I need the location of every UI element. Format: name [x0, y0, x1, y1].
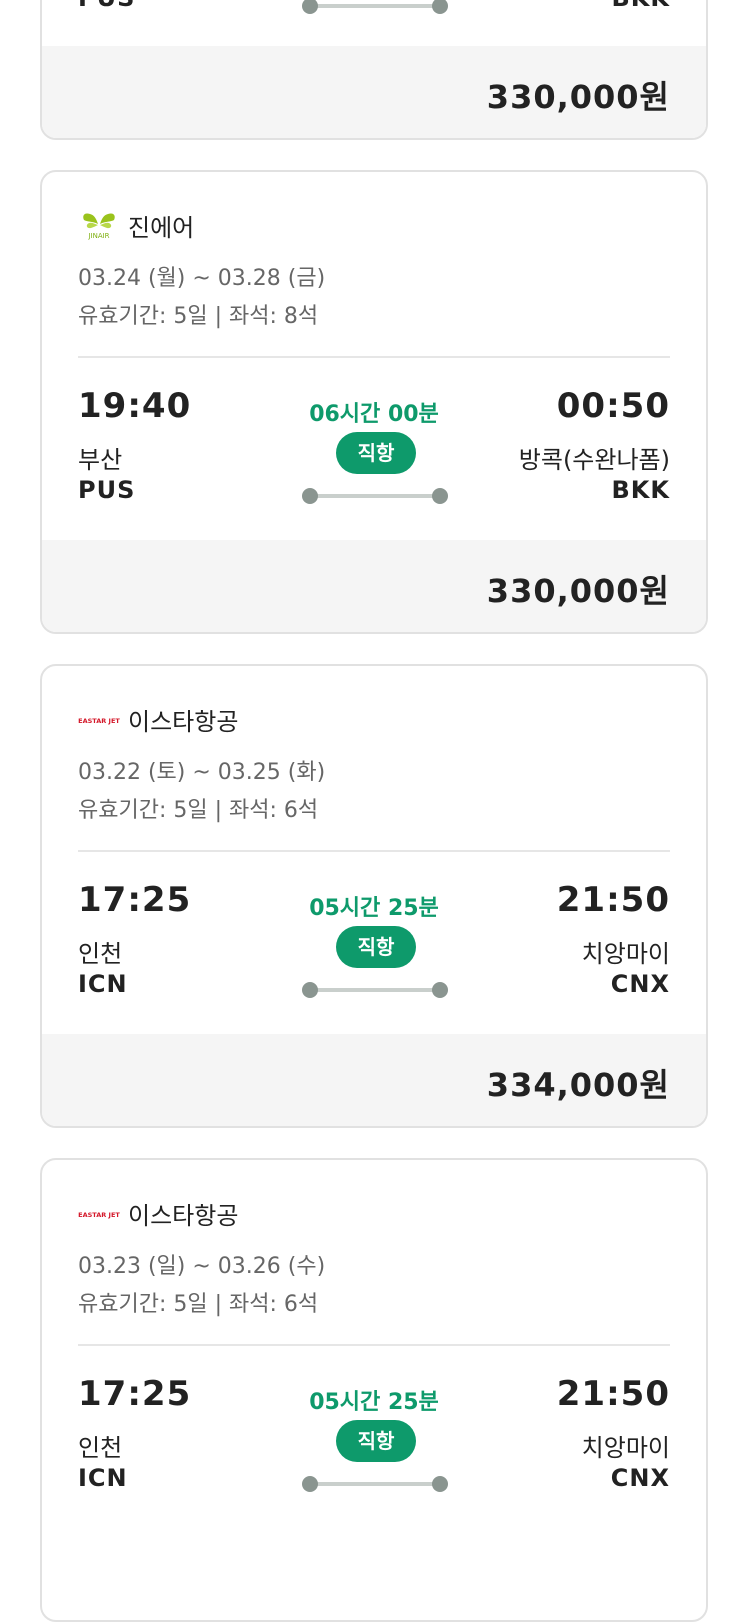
price-section: 334,000원 — [42, 1034, 706, 1126]
flight-details: EASTAR JET 이스타항공 03.22 (토) ~ 03.25 (화) 유… — [42, 666, 706, 1034]
arrival-code: CNX — [610, 1464, 670, 1492]
svg-text:EASTAR JET: EASTAR JET — [78, 1211, 120, 1219]
route-line — [302, 982, 448, 998]
departure-code: PUS — [78, 476, 136, 504]
departure-city: 인천 — [78, 1434, 123, 1462]
origin-dot — [302, 488, 318, 504]
direct-badge: 직항 — [336, 1420, 416, 1462]
route-line — [302, 488, 448, 504]
destination-dot — [432, 982, 448, 998]
flight-details: JINAIR 진에어 03.24 (월) ~ 03.28 (금) 유효기간: 5… — [42, 172, 706, 540]
direct-badge: 직항 — [336, 432, 416, 474]
flight-details: EASTAR JET 이스타항공 03.23 (일) ~ 03.26 (수) 유… — [42, 1160, 706, 1528]
validity-seats: 유효기간: 5일 | 좌석: 6석 — [78, 1292, 319, 1317]
divider — [78, 356, 670, 358]
origin-dot — [302, 982, 318, 998]
price: 334,000원 — [486, 1066, 670, 1104]
origin-dot — [302, 1476, 318, 1492]
flight-card[interactable]: JINAIR 진에어 03.24 (월) ~ 03.28 (금) 유효기간: 5… — [40, 170, 708, 634]
jinair-logo-icon: JINAIR — [78, 210, 120, 240]
arrival-time: 21:50 — [556, 1374, 670, 1414]
departure-code: ICN — [78, 1464, 128, 1492]
travel-dates: 03.23 (일) ~ 03.26 (수) — [78, 1254, 326, 1279]
departure-city: 인천 — [78, 940, 123, 968]
price-section: 330,000원 — [42, 540, 706, 632]
price-section: 330,000원 — [42, 46, 706, 138]
destination-dot — [432, 1476, 448, 1492]
departure-city: 부산 — [78, 446, 123, 474]
route-line — [302, 0, 448, 14]
destination-dot — [432, 488, 448, 504]
departure-code: PUS — [78, 0, 135, 12]
divider — [78, 1344, 670, 1346]
divider — [78, 850, 670, 852]
arrival-code: CNX — [610, 970, 670, 998]
flight-details: PUS BKK — [42, 0, 706, 48]
airline-name: 진에어 — [128, 213, 195, 242]
flight-card[interactable]: EASTAR JET 이스타항공 03.23 (일) ~ 03.26 (수) 유… — [40, 1158, 708, 1622]
departure-code: ICN — [78, 970, 128, 998]
eastarjet-logo-icon: EASTAR JET — [78, 1198, 120, 1228]
route-line — [302, 1476, 448, 1492]
airline-name: 이스타항공 — [128, 707, 239, 736]
validity-seats: 유효기간: 5일 | 좌석: 8석 — [78, 304, 319, 329]
arrival-time: 21:50 — [556, 880, 670, 920]
svg-text:EASTAR JET: EASTAR JET — [78, 717, 120, 725]
travel-dates: 03.24 (월) ~ 03.28 (금) — [78, 266, 326, 291]
svg-text:JINAIR: JINAIR — [87, 232, 109, 240]
validity-seats: 유효기간: 5일 | 좌석: 6석 — [78, 798, 319, 823]
arrival-city: 치앙마이 — [581, 940, 670, 968]
flight-card[interactable]: PUS BKK 330,000원 — [40, 0, 708, 140]
flight-card[interactable]: EASTAR JET 이스타항공 03.22 (토) ~ 03.25 (화) 유… — [40, 664, 708, 1128]
price: 330,000원 — [486, 78, 670, 116]
airline-name: 이스타항공 — [128, 1201, 239, 1230]
arrival-time: 00:50 — [556, 386, 670, 426]
arrival-city: 치앙마이 — [581, 1434, 670, 1462]
airline-row: JINAIR 진에어 — [78, 208, 194, 242]
airline-row: EASTAR JET 이스타항공 — [78, 1196, 238, 1230]
eastarjet-logo-icon: EASTAR JET — [78, 704, 120, 734]
price: 330,000원 — [486, 572, 670, 610]
arrival-city: 방콕(수완나폼) — [518, 446, 670, 474]
direct-badge: 직항 — [336, 926, 416, 968]
arrival-code: BKK — [612, 0, 671, 12]
travel-dates: 03.22 (토) ~ 03.25 (화) — [78, 760, 326, 785]
airline-row: EASTAR JET 이스타항공 — [78, 702, 238, 736]
arrival-code: BKK — [611, 476, 670, 504]
